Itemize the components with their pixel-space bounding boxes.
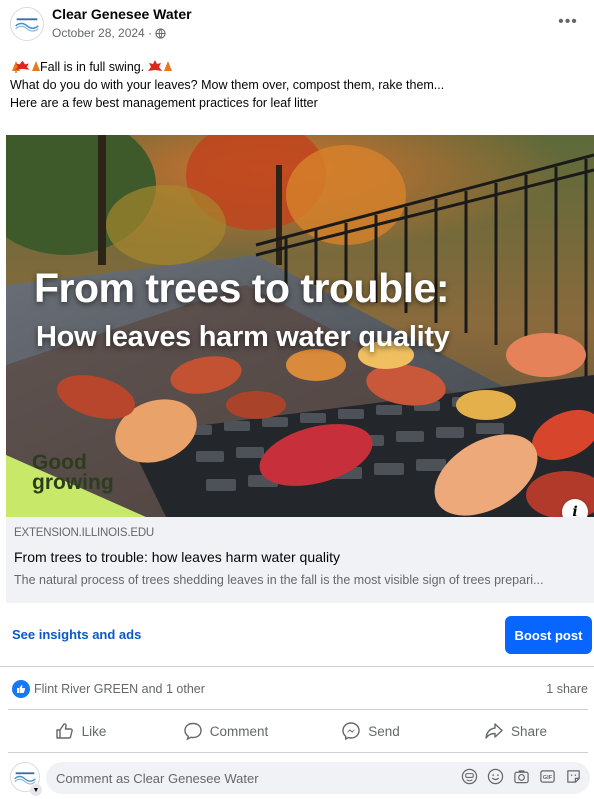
thumbs-up-icon [17, 685, 26, 693]
camera-icon[interactable] [513, 768, 530, 785]
like-button[interactable]: Like [8, 710, 153, 752]
reactions-summary: Flint River GREEN and 1 other 1 share [0, 672, 594, 706]
like-reaction-icon[interactable] [12, 680, 30, 698]
reactions-text[interactable]: Flint River GREEN and 1 other [34, 682, 205, 696]
emoji-icon[interactable] [487, 768, 504, 785]
comment-tools: GIF [461, 768, 582, 785]
clear-genesee-logo-icon [11, 8, 43, 40]
like-label: Like [81, 723, 107, 739]
chevron-down-icon[interactable]: ▼ [30, 784, 42, 796]
post-date[interactable]: October 28, 2024 · [52, 26, 152, 40]
link-domain: EXTENSION.ILLINOIS.EDU [14, 527, 155, 539]
link-caption[interactable]: EXTENSION.ILLINOIS.EDU From trees to tro… [6, 517, 594, 603]
link-preview-image[interactable]: From trees to trouble: How leaves harm w… [6, 135, 594, 517]
page-avatar[interactable] [10, 7, 44, 41]
link-preview-card[interactable]: From trees to trouble: How leaves harm w… [6, 135, 594, 603]
post-text-line-1-text: Fall is in full swing. [40, 60, 145, 74]
boost-post-button[interactable]: Boost post [505, 616, 592, 654]
comment-label: Comment [209, 723, 269, 739]
share-arrow-icon [485, 723, 503, 739]
comment-icon [184, 722, 202, 741]
hero-title-line-2: How leaves harm water quality [36, 321, 450, 353]
page-name[interactable]: Clear Genesee Water [52, 6, 192, 22]
share-label: Share [510, 723, 548, 739]
post-text-line-2: What do you do with your leaves? Mow the… [10, 78, 445, 92]
insights-bar: See insights and ads Boost post [0, 603, 594, 667]
more-options-button[interactable]: ••• [556, 10, 580, 34]
link-description: The natural process of trees shedding le… [14, 573, 544, 587]
comment-placeholder: Comment as Clear Genesee Water [56, 770, 259, 786]
globe-icon [155, 27, 166, 39]
link-title[interactable]: From trees to trouble: how leaves harm w… [14, 549, 586, 565]
send-button[interactable]: Send [298, 710, 443, 752]
messenger-icon [342, 722, 360, 741]
fall-leaves-icon [12, 60, 40, 73]
comment-button[interactable]: Comment [153, 710, 298, 752]
hero-title-line-1: From trees to trouble: [34, 265, 449, 311]
gif-icon[interactable]: GIF [539, 768, 556, 785]
see-insights-link[interactable]: See insights and ads [12, 627, 141, 642]
post-text: Fall is in full swing. What do you do wi… [10, 58, 580, 112]
post-actions: Like Comment Send Share [8, 709, 588, 753]
avatar-sticker-icon[interactable] [461, 768, 478, 785]
sticker-icon[interactable] [565, 768, 582, 785]
share-count[interactable]: 1 share [546, 682, 588, 696]
share-button[interactable]: Share [443, 710, 588, 752]
thumbs-up-icon [55, 723, 73, 739]
post-header: Clear Genesee Water October 28, 2024 · •… [0, 0, 594, 52]
good-growing-logo: Good growing [32, 451, 114, 494]
fall-leaves-icon [147, 60, 172, 71]
comment-composer: ▼ Comment as Clear Genesee Water GIF [0, 760, 594, 799]
post-meta: October 28, 2024 · [52, 26, 166, 40]
post-text-line-1: Fall is in full swing. [10, 58, 580, 76]
send-label: Send [368, 723, 400, 739]
svg-text:GIF: GIF [543, 775, 553, 781]
post-text-line-3: Here are a few best management practices… [10, 96, 318, 110]
